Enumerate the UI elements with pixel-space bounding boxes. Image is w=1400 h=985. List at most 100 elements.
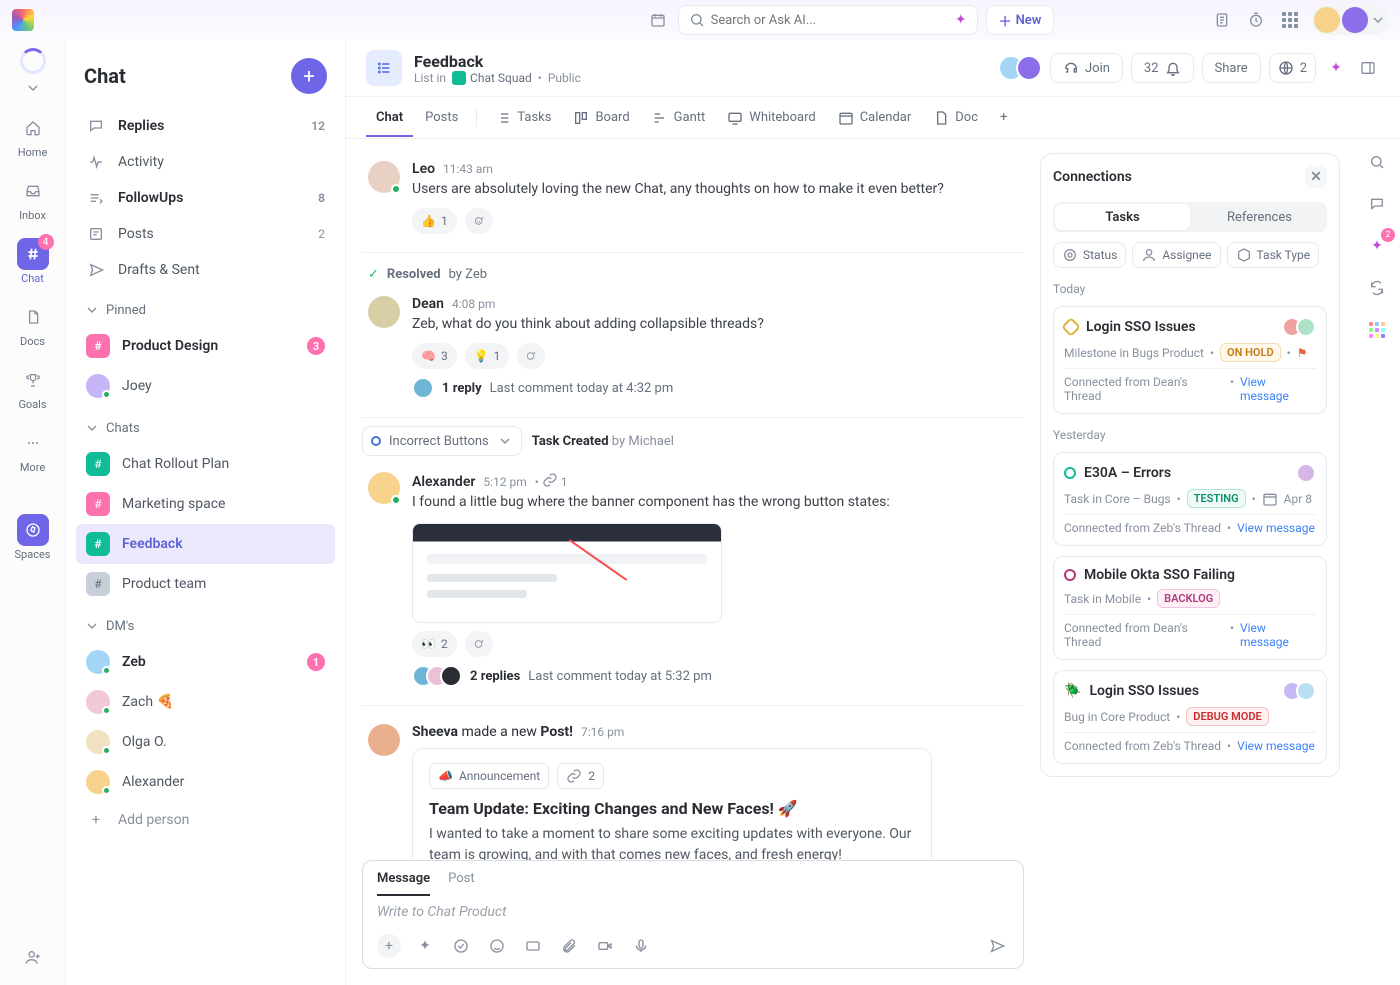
sidebar-item-replies[interactable]: Replies 12 [76, 108, 335, 144]
connection-card[interactable]: 🪲 Login SSO Issues Bug in Core Product •… [1053, 670, 1327, 764]
sidebar-add-person[interactable]: + Add person [76, 802, 335, 838]
invite-person-icon[interactable] [19, 943, 47, 971]
add-view-button[interactable]: + [990, 100, 1017, 135]
panel-toggle-icon[interactable] [1356, 56, 1380, 80]
sidebar-dm-zeb[interactable]: Zeb 1 [76, 642, 335, 682]
comments-icon[interactable] [1362, 189, 1392, 219]
sidebar-item-joey[interactable]: Joey [76, 366, 335, 406]
rail-home[interactable]: Home [6, 106, 60, 165]
notepad-icon[interactable] [1210, 8, 1234, 32]
search-input[interactable] [711, 13, 949, 28]
close-button[interactable]: ✕ [1305, 166, 1327, 188]
reaction-bulb[interactable]: 💡1 [465, 343, 510, 369]
sidebar-item-chat-rollout[interactable]: # Chat Rollout Plan [76, 444, 335, 484]
post-card[interactable]: 📣Announcement 2 Team Update: Exciting Ch… [412, 748, 932, 860]
tab-tasks[interactable]: Tasks [1055, 204, 1190, 230]
attachment-icon[interactable] [557, 934, 581, 958]
share-button[interactable]: Share [1202, 53, 1261, 83]
sidebar-title: Chat [84, 64, 126, 88]
ai-sparkle-icon[interactable]: ✦ [413, 934, 437, 958]
member-count-button[interactable]: 32 [1131, 53, 1194, 83]
ai-sparkle-icon[interactable]: ✦ [1324, 56, 1348, 80]
sidebar-section-pinned[interactable]: Pinned [66, 292, 345, 322]
thread-replies-link[interactable]: 2 replies Last comment today at 5:32 pm [412, 665, 1018, 687]
sidebar-item-product-design[interactable]: # Product Design 3 [76, 326, 335, 366]
sidebar-item-followups[interactable]: FollowUps 8 [76, 180, 335, 216]
sidebar-section-dms[interactable]: DM's [66, 608, 345, 638]
reaction-add-button[interactable] [465, 208, 493, 234]
tab-whiteboard[interactable]: Whiteboard [717, 100, 825, 136]
tab-chat[interactable]: Chat [366, 100, 413, 137]
tab-references[interactable]: References [1192, 202, 1327, 232]
send-button[interactable] [985, 934, 1009, 958]
video-icon[interactable] [593, 934, 617, 958]
sidebar-item-activity[interactable]: Activity [76, 144, 335, 180]
compose-button[interactable]: + [291, 58, 327, 94]
reaction-thumbsup[interactable]: 👍1 [412, 208, 457, 234]
tab-board[interactable]: Board [563, 100, 639, 136]
image-attachment[interactable] [412, 523, 722, 623]
apps-grid-icon[interactable] [1362, 315, 1392, 345]
view-message-link[interactable]: View message [1240, 375, 1316, 403]
chevron-down-icon[interactable] [25, 80, 41, 96]
global-search[interactable]: ✦ [678, 5, 978, 35]
sidebar-dm-alexander[interactable]: Alexander [76, 762, 335, 802]
tab-gantt[interactable]: Gantt [642, 100, 716, 136]
presence-avatars[interactable] [998, 55, 1042, 81]
timer-icon[interactable] [1244, 8, 1268, 32]
search-icon[interactable] [1362, 147, 1392, 177]
filter-assignee[interactable]: Assignee [1132, 242, 1220, 268]
filter-status[interactable]: Status [1053, 242, 1126, 268]
sidebar-item-feedback[interactable]: # Feedback [76, 524, 335, 564]
sidebar-item-marketing[interactable]: # Marketing space [76, 484, 335, 524]
reaction-add-button[interactable] [465, 631, 493, 657]
breadcrumb-space[interactable]: Chat Squad [452, 71, 532, 85]
rail-docs[interactable]: Docs [6, 295, 60, 354]
user-menu[interactable] [1312, 5, 1388, 35]
tab-doc[interactable]: Doc [923, 100, 988, 136]
apps-grid-icon[interactable] [1278, 8, 1302, 32]
sidebar-item-product-team[interactable]: # Product team [76, 564, 335, 604]
calendar-icon[interactable] [646, 8, 670, 32]
rail-spaces[interactable]: Spaces [6, 508, 60, 567]
sidebar-section-chats[interactable]: Chats [66, 410, 345, 440]
new-button[interactable]: ＋ New [986, 5, 1055, 35]
viewers-button[interactable]: 2 [1269, 53, 1316, 83]
rail-goals[interactable]: Goals [6, 358, 60, 417]
ai-assistant-icon[interactable]: ✦2 [1362, 231, 1392, 261]
view-message-link[interactable]: View message [1237, 739, 1315, 753]
plus-icon[interactable]: + [377, 934, 401, 958]
task-status-icon [1064, 467, 1076, 479]
sidebar-dm-zach[interactable]: Zach 🍕 [76, 682, 335, 722]
tab-calendar[interactable]: Calendar [828, 100, 922, 136]
reaction-brain[interactable]: 🧠3 [412, 343, 457, 369]
sidebar-item-posts[interactable]: Posts 2 [76, 216, 335, 252]
reaction-eyes[interactable]: 👀2 [412, 631, 457, 657]
rail-more[interactable]: More [6, 421, 60, 480]
microphone-icon[interactable] [629, 934, 653, 958]
connection-card[interactable]: E30A – Errors Task in Core – Bugs • TEST… [1053, 452, 1327, 546]
tab-posts[interactable]: Posts [415, 100, 468, 135]
join-button[interactable]: Join [1050, 53, 1123, 83]
sync-icon[interactable] [1362, 273, 1392, 303]
composer-tab-message[interactable]: Message [377, 871, 430, 896]
gif-icon[interactable] [521, 934, 545, 958]
thread-replies-link[interactable]: 1 reply Last comment today at 4:32 pm [412, 377, 1018, 399]
sidebar-dm-olga[interactable]: Olga O. [76, 722, 335, 762]
rail-inbox[interactable]: Inbox [6, 169, 60, 228]
view-message-link[interactable]: View message [1240, 621, 1316, 649]
reaction-add-button[interactable] [517, 343, 545, 369]
view-message-link[interactable]: View message [1237, 521, 1315, 535]
composer-tab-post[interactable]: Post [448, 871, 475, 896]
task-chip[interactable]: Incorrect Buttons [362, 426, 522, 456]
sidebar-item-drafts[interactable]: Drafts & Sent [76, 252, 335, 288]
todo-icon[interactable] [449, 934, 473, 958]
rail-chat[interactable]: 4 Chat [6, 232, 60, 291]
composer-input[interactable] [377, 904, 1009, 920]
tab-tasks[interactable]: Tasks [485, 100, 561, 136]
connection-card[interactable]: Login SSO Issues Milestone in Bugs Produ… [1053, 306, 1327, 414]
connection-card[interactable]: Mobile Okta SSO Failing Task in Mobile •… [1053, 556, 1327, 660]
emoji-icon[interactable] [485, 934, 509, 958]
cube-icon [1236, 247, 1252, 263]
filter-task-type[interactable]: Task Type [1227, 242, 1320, 268]
